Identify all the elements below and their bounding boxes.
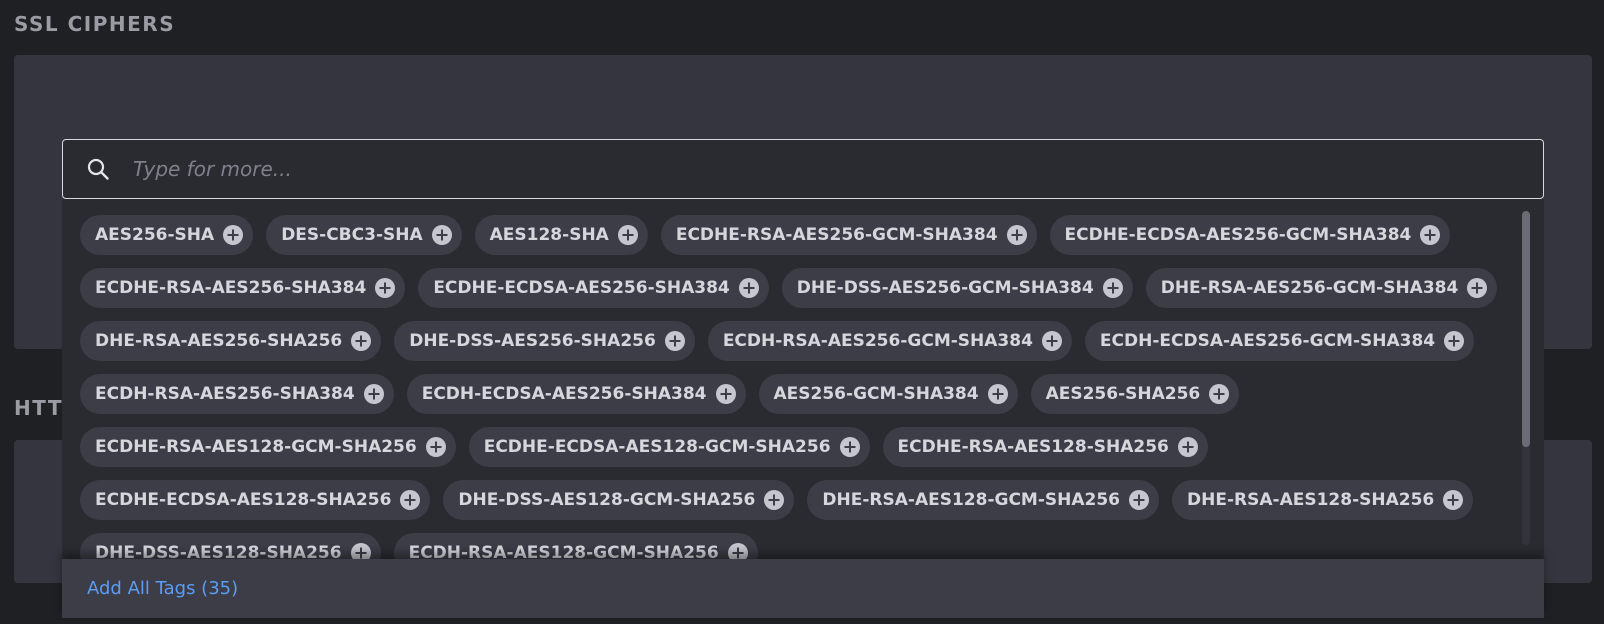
cipher-tag[interactable]: DHE-DSS-AES256-SHA256 [394, 321, 695, 361]
cipher-tag[interactable]: ECDHE-RSA-AES256-SHA384 [80, 268, 406, 308]
cipher-tag[interactable]: AES128-SHA [474, 215, 648, 255]
tag-suggestion-list[interactable]: AES256-SHA DES-CBC3-SHA AES128-SHA ECDHE-RS… [62, 199, 1544, 559]
cipher-tag[interactable]: AES256-SHA [80, 215, 254, 255]
cipher-tag-label: AES128-SHA [489, 225, 609, 245]
plus-circle-icon[interactable] [1443, 490, 1464, 510]
tag-list: AES256-SHA DES-CBC3-SHA AES128-SHA ECDHE-RS… [80, 215, 1498, 559]
tag-list-scrollbar[interactable] [1522, 211, 1530, 545]
cipher-tag-label: ECDHE-RSA-AES128-SHA256 [897, 437, 1169, 457]
cipher-tag[interactable]: ECDHE-RSA-AES128-GCM-SHA256 [80, 427, 456, 467]
cipher-tag[interactable]: DHE-DSS-AES128-GCM-SHA256 [443, 480, 795, 520]
cipher-tag[interactable]: ECDHE-ECDSA-AES128-GCM-SHA256 [468, 427, 870, 467]
cipher-tag[interactable]: DHE-RSA-AES256-SHA256 [80, 321, 382, 361]
cipher-tag-label: DHE-RSA-AES256-SHA256 [95, 331, 343, 351]
cipher-tag-label: ECDHE-ECDSA-AES128-GCM-SHA256 [483, 437, 831, 457]
cipher-tag-dropdown: AES256-SHA DES-CBC3-SHA AES128-SHA ECDHE-RS… [62, 139, 1544, 619]
plus-circle-icon[interactable] [664, 331, 685, 351]
plus-circle-icon[interactable] [350, 543, 371, 559]
scroll-thumb[interactable] [1522, 211, 1530, 447]
cipher-tag[interactable]: ECDHE-RSA-AES128-SHA256 [882, 427, 1208, 467]
plus-circle-icon[interactable] [400, 490, 421, 510]
plus-circle-icon[interactable] [764, 490, 785, 510]
cipher-tag-label: ECDHE-RSA-AES256-SHA384 [95, 278, 367, 298]
cipher-tag-label: DHE-RSA-AES128-GCM-SHA256 [822, 490, 1121, 510]
plus-circle-icon[interactable] [617, 225, 638, 245]
plus-circle-icon[interactable] [375, 278, 396, 298]
cipher-tag-label: ECDHE-ECDSA-AES256-GCM-SHA384 [1064, 225, 1412, 245]
cipher-tag-label: AES256-SHA256 [1045, 384, 1201, 404]
cipher-tag[interactable]: ECDH-RSA-AES256-GCM-SHA384 [707, 321, 1072, 361]
cipher-tag-label: ECDHE-RSA-AES256-GCM-SHA384 [675, 225, 998, 245]
cipher-tag-label: AES256-GCM-SHA384 [773, 384, 979, 404]
search-box[interactable] [62, 139, 1544, 199]
plus-circle-icon[interactable] [738, 278, 759, 298]
http-section-heading: HTT [14, 396, 63, 420]
cipher-tag-label: DHE-DSS-AES256-SHA256 [409, 331, 656, 351]
search-icon [63, 140, 133, 198]
cipher-tag-label: ECDH-RSA-AES256-GCM-SHA384 [722, 331, 1033, 351]
plus-circle-icon[interactable] [1420, 225, 1441, 245]
cipher-tag-label: DHE-DSS-AES128-SHA256 [95, 543, 342, 559]
plus-circle-icon[interactable] [987, 384, 1008, 404]
add-all-tags-link[interactable]: Add All Tags (35) [87, 578, 238, 599]
cipher-tag-label: ECDH-RSA-AES256-SHA384 [95, 384, 355, 404]
dropdown-footer: Add All Tags (35) [62, 559, 1544, 618]
cipher-tag[interactable]: ECDHE-ECDSA-AES256-GCM-SHA384 [1049, 215, 1451, 255]
cipher-tag-label: ECDH-RSA-AES128-GCM-SHA256 [408, 543, 719, 559]
cipher-tag-label: DHE-RSA-AES128-SHA256 [1187, 490, 1435, 510]
cipher-tag[interactable]: DHE-DSS-AES256-GCM-SHA384 [781, 268, 1133, 308]
cipher-tag-label: ECDH-ECDSA-AES256-GCM-SHA384 [1099, 331, 1436, 351]
plus-circle-icon[interactable] [1209, 384, 1230, 404]
cipher-tag[interactable]: DHE-RSA-AES128-GCM-SHA256 [807, 480, 1160, 520]
plus-circle-icon[interactable] [727, 543, 748, 559]
cipher-tag-label: AES256-SHA [95, 225, 215, 245]
cipher-tag-label: ECDH-ECDSA-AES256-SHA384 [421, 384, 707, 404]
cipher-tag[interactable]: DHE-RSA-AES256-GCM-SHA384 [1145, 268, 1498, 308]
cipher-tag[interactable]: ECDHE-ECDSA-AES128-SHA256 [80, 480, 431, 520]
cipher-tag[interactable]: ECDH-RSA-AES256-SHA384 [80, 374, 394, 414]
plus-circle-icon[interactable] [351, 331, 372, 351]
cipher-tag[interactable]: DHE-RSA-AES128-SHA256 [1172, 480, 1474, 520]
plus-circle-icon[interactable] [1102, 278, 1123, 298]
plus-circle-icon[interactable] [1129, 490, 1150, 510]
plus-circle-icon[interactable] [431, 225, 452, 245]
plus-circle-icon[interactable] [223, 225, 244, 245]
plus-circle-icon[interactable] [1041, 331, 1062, 351]
plus-circle-icon[interactable] [363, 384, 384, 404]
plus-circle-icon[interactable] [839, 437, 860, 457]
plus-circle-icon[interactable] [425, 437, 446, 457]
cipher-tag-label: DHE-RSA-AES256-GCM-SHA384 [1160, 278, 1459, 298]
plus-circle-icon[interactable] [1177, 437, 1198, 457]
cipher-tag-label: DES-CBC3-SHA [281, 225, 423, 245]
settings-page: SSL CIPHERS HTT AES256-SHADES-CBC3-SHAAE… [0, 0, 1604, 624]
search-input[interactable] [133, 141, 1543, 197]
cipher-tag-label: ECDHE-ECDSA-AES128-SHA256 [95, 490, 392, 510]
plus-circle-icon[interactable] [1444, 331, 1465, 351]
cipher-tag[interactable]: AES256-GCM-SHA384 [758, 374, 1018, 414]
cipher-tag-label: DHE-DSS-AES128-GCM-SHA256 [458, 490, 756, 510]
cipher-tag-label: DHE-DSS-AES256-GCM-SHA384 [796, 278, 1094, 298]
cipher-tag-label: ECDHE-ECDSA-AES256-SHA384 [433, 278, 730, 298]
plus-circle-icon[interactable] [1006, 225, 1027, 245]
plus-circle-icon[interactable] [715, 384, 736, 404]
cipher-tag[interactable]: ECDHE-ECDSA-AES256-SHA384 [418, 268, 769, 308]
cipher-tag[interactable]: ECDH-ECDSA-AES256-GCM-SHA384 [1084, 321, 1475, 361]
ssl-ciphers-heading: SSL CIPHERS [14, 12, 176, 36]
cipher-tag[interactable]: DES-CBC3-SHA [266, 215, 462, 255]
cipher-tag[interactable]: ECDHE-RSA-AES256-GCM-SHA384 [660, 215, 1037, 255]
cipher-tag[interactable]: AES256-SHA256 [1030, 374, 1240, 414]
plus-circle-icon[interactable] [1467, 278, 1488, 298]
cipher-tag-label: ECDHE-RSA-AES128-GCM-SHA256 [95, 437, 417, 457]
cipher-tag[interactable]: DHE-DSS-AES128-SHA256 [80, 533, 381, 559]
cipher-tag[interactable]: ECDH-ECDSA-AES256-SHA384 [406, 374, 746, 414]
cipher-tag[interactable]: ECDH-RSA-AES128-GCM-SHA256 [393, 533, 758, 559]
